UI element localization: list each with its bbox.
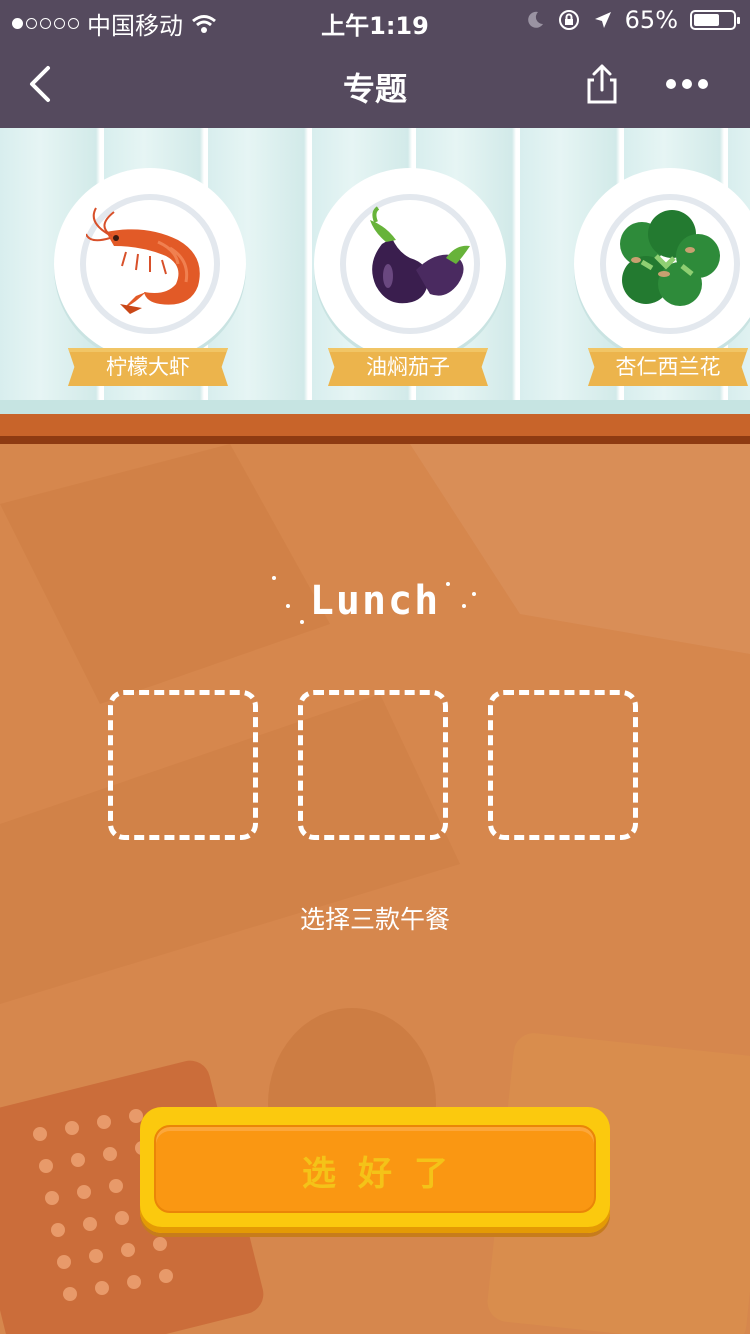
confirm-button[interactable]: 选好了 (140, 1107, 610, 1233)
food-item-shrimp[interactable]: 柠檬大虾 (54, 168, 246, 386)
confirm-button-label: 选好了 (302, 1153, 470, 1194)
sparkle (472, 592, 476, 596)
selection-hint: 选择三款午餐 (299, 905, 450, 934)
lunch-panel: Lunch 选择三款午餐 选好了 (0, 444, 750, 1334)
sparkle (300, 620, 304, 624)
eggplant-icon (370, 206, 470, 304)
more-dots-icon[interactable] (662, 66, 712, 102)
nav-bar: 专题 (0, 40, 750, 128)
shelf-edge (0, 414, 750, 436)
shrimp-icon (86, 207, 200, 314)
plate (54, 168, 246, 360)
food-label: 油焖茄子 (328, 348, 488, 386)
rotation-lock-icon (558, 10, 579, 30)
battery-percent: 65% (624, 6, 678, 34)
food-carousel: 柠檬大虾 油焖茄子 杏仁西兰花 (0, 128, 750, 414)
sparkle (462, 604, 466, 608)
broccoli-icon (620, 210, 720, 306)
status-right: 65% (525, 6, 740, 34)
sparkle (286, 604, 290, 608)
sparkle (446, 582, 450, 586)
battery-level (694, 14, 719, 26)
lunch-slot-3[interactable] (488, 690, 638, 840)
plate (574, 168, 750, 360)
lunch-slot-1[interactable] (108, 690, 258, 840)
status-bar: 中国移动 上午1:19 65% (0, 0, 750, 40)
battery-icon (690, 10, 740, 30)
food-item-broccoli[interactable]: 杏仁西兰花 (574, 168, 750, 386)
moon-icon (527, 11, 543, 28)
lunch-slot-2[interactable] (298, 690, 448, 840)
food-item-eggplant[interactable]: 油焖茄子 (314, 168, 506, 386)
page-title: 专题 (342, 70, 407, 108)
food-label: 柠檬大虾 (68, 348, 228, 386)
plate (314, 168, 506, 360)
strip-floor (0, 400, 750, 414)
sparkle (272, 576, 276, 580)
food-label: 杏仁西兰花 (588, 348, 748, 386)
location-arrow-icon (594, 12, 611, 28)
shelf-shadow (0, 436, 750, 444)
lunch-heading: Lunch (309, 578, 441, 624)
share-icon[interactable] (580, 62, 624, 106)
